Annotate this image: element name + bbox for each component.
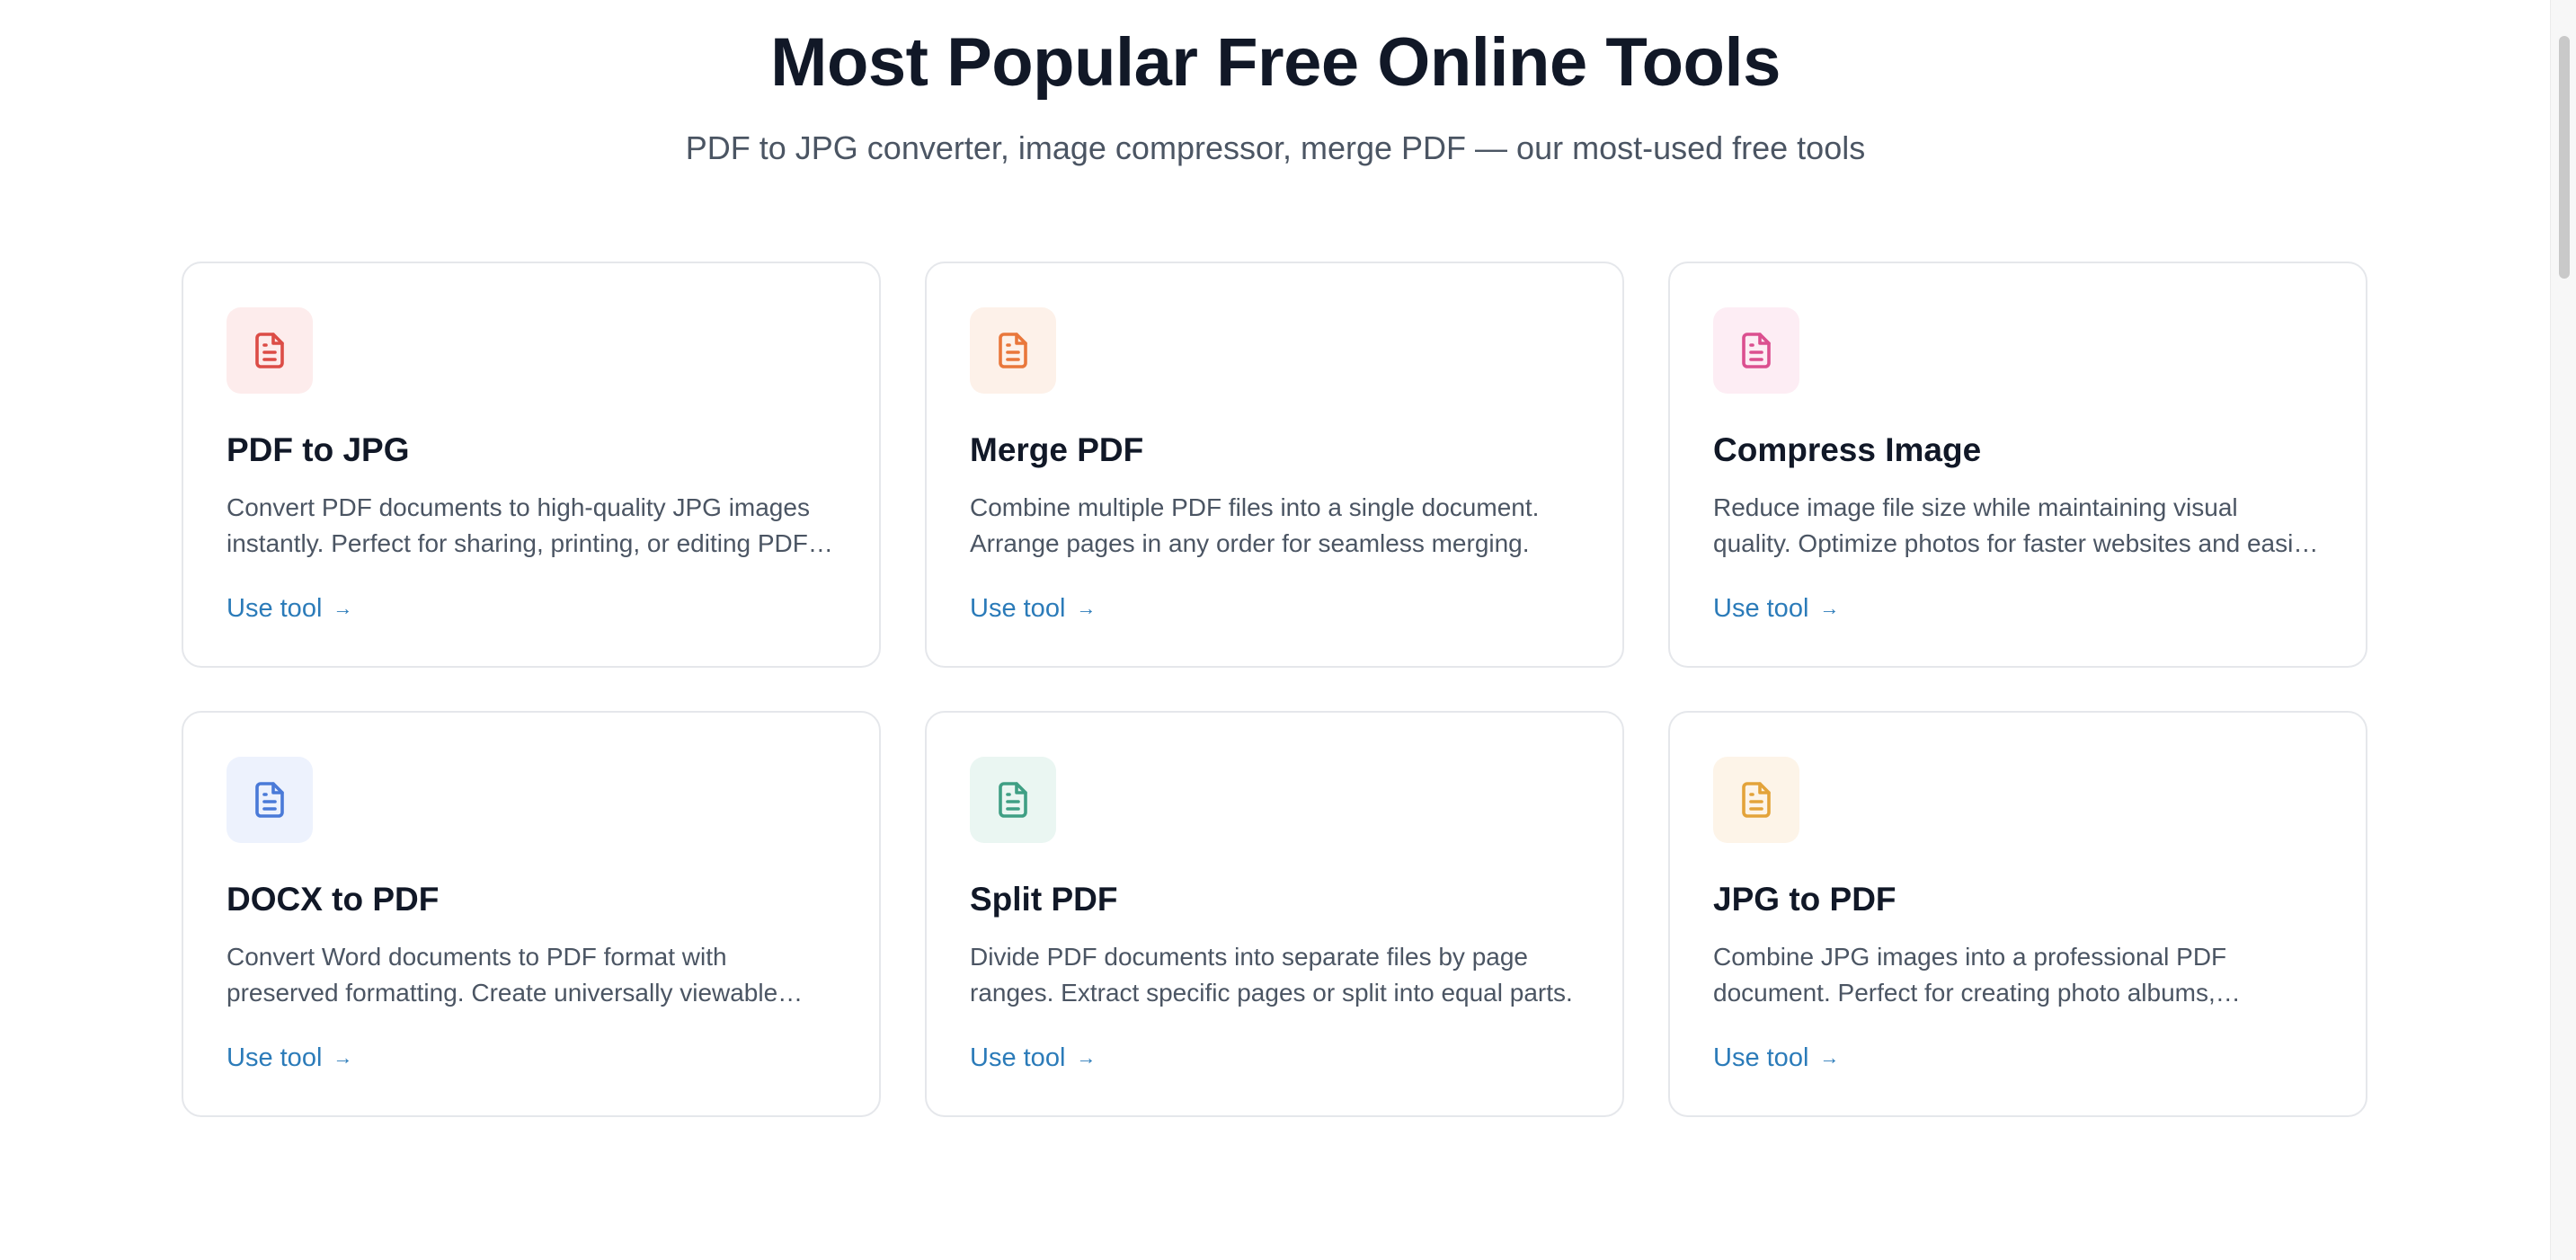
arrow-right-icon: → xyxy=(333,597,353,619)
tool-title: JPG to PDF xyxy=(1713,881,1896,918)
tool-card-docx-to-pdf[interactable]: DOCX to PDF Convert Word documents to PD… xyxy=(182,711,881,1117)
use-tool-link[interactable]: Use tool → xyxy=(227,1040,352,1076)
tool-title: DOCX to PDF xyxy=(227,881,440,918)
use-tool-label: Use tool xyxy=(1713,1043,1809,1072)
page: Most Popular Free Online Tools PDF to JP… xyxy=(0,0,2551,1260)
tool-title: Merge PDF xyxy=(970,431,1144,468)
document-icon xyxy=(1742,782,1771,818)
use-tool-label: Use tool xyxy=(970,1043,1066,1072)
arrow-right-icon: → xyxy=(1819,1046,1840,1069)
use-tool-link[interactable]: Use tool → xyxy=(970,1040,1096,1076)
tool-card-compress-image[interactable]: Compress Image Reduce image file size wh… xyxy=(1668,262,2367,668)
tool-card-jpg-to-pdf[interactable]: JPG to PDF Combine JPG images into a pro… xyxy=(1668,711,2367,1117)
use-tool-link[interactable]: Use tool → xyxy=(227,590,352,626)
use-tool-label: Use tool xyxy=(970,594,1066,623)
tool-title: PDF to JPG xyxy=(227,431,410,468)
arrow-right-icon: → xyxy=(1076,1046,1097,1069)
arrow-right-icon: → xyxy=(1819,597,1840,619)
arrow-right-icon: → xyxy=(333,1046,353,1069)
use-tool-link[interactable]: Use tool → xyxy=(1713,590,1839,626)
tool-title: Compress Image xyxy=(1713,431,1982,468)
scrollbar-thumb[interactable] xyxy=(2559,36,2570,279)
tool-card-split-pdf[interactable]: Split PDF Divide PDF documents into sepa… xyxy=(925,711,1624,1117)
use-tool-label: Use tool xyxy=(227,594,323,623)
use-tool-link[interactable]: Use tool → xyxy=(970,590,1096,626)
use-tool-label: Use tool xyxy=(1713,594,1809,623)
arrow-right-icon: → xyxy=(1076,597,1097,619)
vertical-scrollbar[interactable] xyxy=(2550,0,2576,1260)
document-icon xyxy=(999,782,1027,818)
page-subtitle: PDF to JPG converter, image compressor, … xyxy=(685,129,1866,166)
tool-icon-tile xyxy=(970,757,1056,843)
use-tool-link[interactable]: Use tool → xyxy=(1713,1040,1839,1076)
tools-grid: PDF to JPG Convert PDF documents to high… xyxy=(182,262,2367,1117)
document-icon xyxy=(1742,333,1771,368)
document-icon xyxy=(255,333,284,368)
tool-description: Reduce image file size while maintaining… xyxy=(1713,493,2316,557)
tool-card-pdf-to-jpg[interactable]: PDF to JPG Convert PDF documents to high… xyxy=(182,262,881,668)
tool-icon-tile xyxy=(1713,757,1799,843)
document-icon xyxy=(255,782,284,818)
tool-description: Convert Word documents to PDF format wit… xyxy=(227,943,778,1007)
tool-description: Convert PDF documents to high-quality JP… xyxy=(227,493,810,557)
tool-description: Divide PDF documents into separate files… xyxy=(970,943,1573,1007)
tool-icon-tile xyxy=(970,307,1056,394)
tool-title: Split PDF xyxy=(970,881,1118,918)
tool-icon-tile xyxy=(227,307,313,394)
tool-description: Combine multiple PDF files into a single… xyxy=(970,493,1540,557)
tool-icon-tile xyxy=(1713,307,1799,394)
tool-description: Combine JPG images into a professional P… xyxy=(1713,943,2227,1007)
page-title: Most Popular Free Online Tools xyxy=(770,24,1781,101)
tool-icon-tile xyxy=(227,757,313,843)
tool-card-merge-pdf[interactable]: Merge PDF Combine multiple PDF files int… xyxy=(925,262,1624,668)
document-icon xyxy=(999,333,1027,368)
use-tool-label: Use tool xyxy=(227,1043,323,1072)
